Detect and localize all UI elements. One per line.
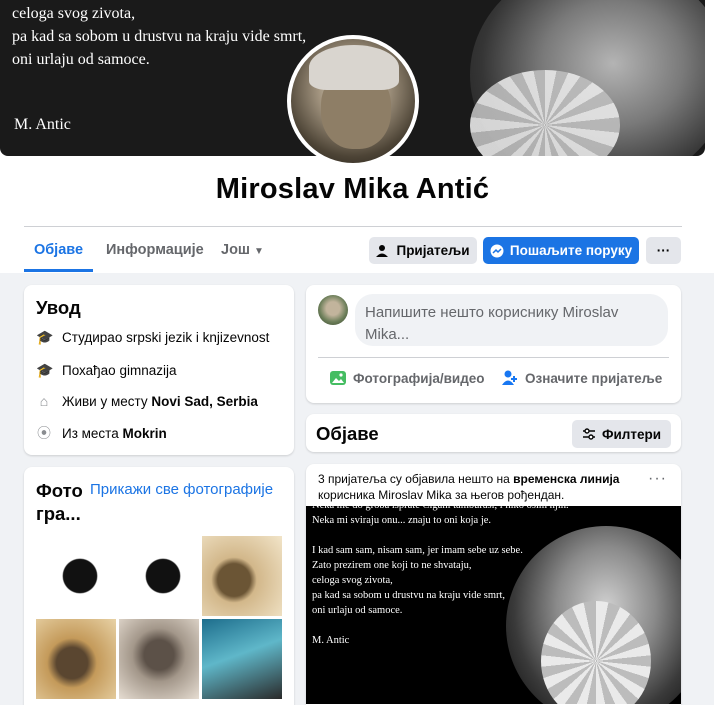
messenger-icon <box>490 244 504 257</box>
posts-header: Објаве Филтери <box>306 414 681 452</box>
composer-input[interactable]: Напишите нешто кориснику Miroslav Mika... <box>355 294 668 346</box>
send-message-button[interactable]: Пошаљите поруку <box>483 237 639 264</box>
photos-card: Фото гра... Прикажи све фотографије <box>24 467 294 705</box>
cover-author: M. Antic <box>14 116 71 133</box>
filter-sliders-icon <box>582 428 595 440</box>
post-card: 3 пријатеља су објавила нешто на временс… <box>306 464 681 705</box>
intro-card: Увод 🎓 Студирао srpski jezik i knjizevno… <box>24 285 294 455</box>
user-avatar[interactable] <box>318 295 348 325</box>
intro-item: ⦿ Из места Mokrin <box>37 425 167 441</box>
post-image[interactable]: Neka me do groba isprate Cigani tamburas… <box>306 506 681 704</box>
intro-item: ⌂ Живи у месту Novi Sad, Serbia <box>36 393 258 409</box>
tab-more[interactable]: Још ▼ <box>221 232 264 272</box>
profile-avatar[interactable] <box>287 35 419 167</box>
filters-button[interactable]: Филтери <box>571 420 671 448</box>
composer-divider <box>318 357 669 358</box>
timeline-link[interactable]: временска линија <box>513 472 619 486</box>
tag-friends-icon <box>502 370 517 385</box>
post-composer: Напишите нешто кориснику Miroslav Mika...… <box>306 285 681 403</box>
post-options-button[interactable]: ··· <box>648 470 667 488</box>
intro-item: 🎓 Похађао gimnazija <box>36 362 177 378</box>
friend-check-icon <box>376 244 389 257</box>
post-text: 3 пријатеља су објавила нешто на временс… <box>318 472 620 502</box>
intro-location-link[interactable]: Novi Sad, Serbia <box>151 394 258 409</box>
photo-thumbnail[interactable] <box>202 536 282 616</box>
profile-name: Miroslav Mika Antić <box>215 173 490 205</box>
graduation-cap-icon: 🎓 <box>36 329 54 345</box>
home-icon: ⌂ <box>39 393 49 409</box>
caret-down-icon: ▼ <box>254 246 264 257</box>
header-divider <box>24 226 682 227</box>
tag-friends-button[interactable]: Означите пријатеље <box>501 369 662 387</box>
photo-thumbnail[interactable] <box>36 536 116 616</box>
intro-title: Увод <box>36 297 81 318</box>
see-all-photos-link[interactable]: Прикажи све фотографије <box>90 481 273 498</box>
tab-more-label: Још <box>221 242 251 258</box>
photo-thumbnail[interactable] <box>119 536 199 616</box>
photo-icon <box>330 371 346 385</box>
graduation-cap-icon: 🎓 <box>36 362 54 378</box>
send-message-label: Пошаљите поруку <box>509 243 633 258</box>
intro-item: 🎓 Студирао srpski jezik i knjizevnost <box>36 329 270 345</box>
photos-title: Фото гра... <box>36 480 83 524</box>
cover-quote: celoga svog zivota, pa kad sa sobom u dr… <box>12 5 307 68</box>
photo-thumbnail[interactable] <box>119 619 199 699</box>
friends-button[interactable]: Пријатељи <box>369 237 477 264</box>
location-pin-icon: ⦿ <box>37 425 51 441</box>
tab-about[interactable]: Информације <box>106 232 204 272</box>
posts-title: Објаве <box>316 423 379 444</box>
photo-thumbnail[interactable] <box>202 619 282 699</box>
more-options-button[interactable]: ··· <box>646 237 681 264</box>
friends-button-label: Пријатељи <box>396 243 470 258</box>
profile-header: celoga svog zivota, pa kad sa sobom u dr… <box>0 0 714 273</box>
tab-posts[interactable]: Објаве <box>24 232 93 272</box>
photo-thumbnail[interactable] <box>36 619 116 699</box>
photo-video-button[interactable]: Фотографија/видео <box>329 369 485 387</box>
post-image-quote: Neka me do groba isprate Cigani tamburas… <box>312 506 569 646</box>
intro-hometown-link[interactable]: Mokrin <box>122 426 166 441</box>
